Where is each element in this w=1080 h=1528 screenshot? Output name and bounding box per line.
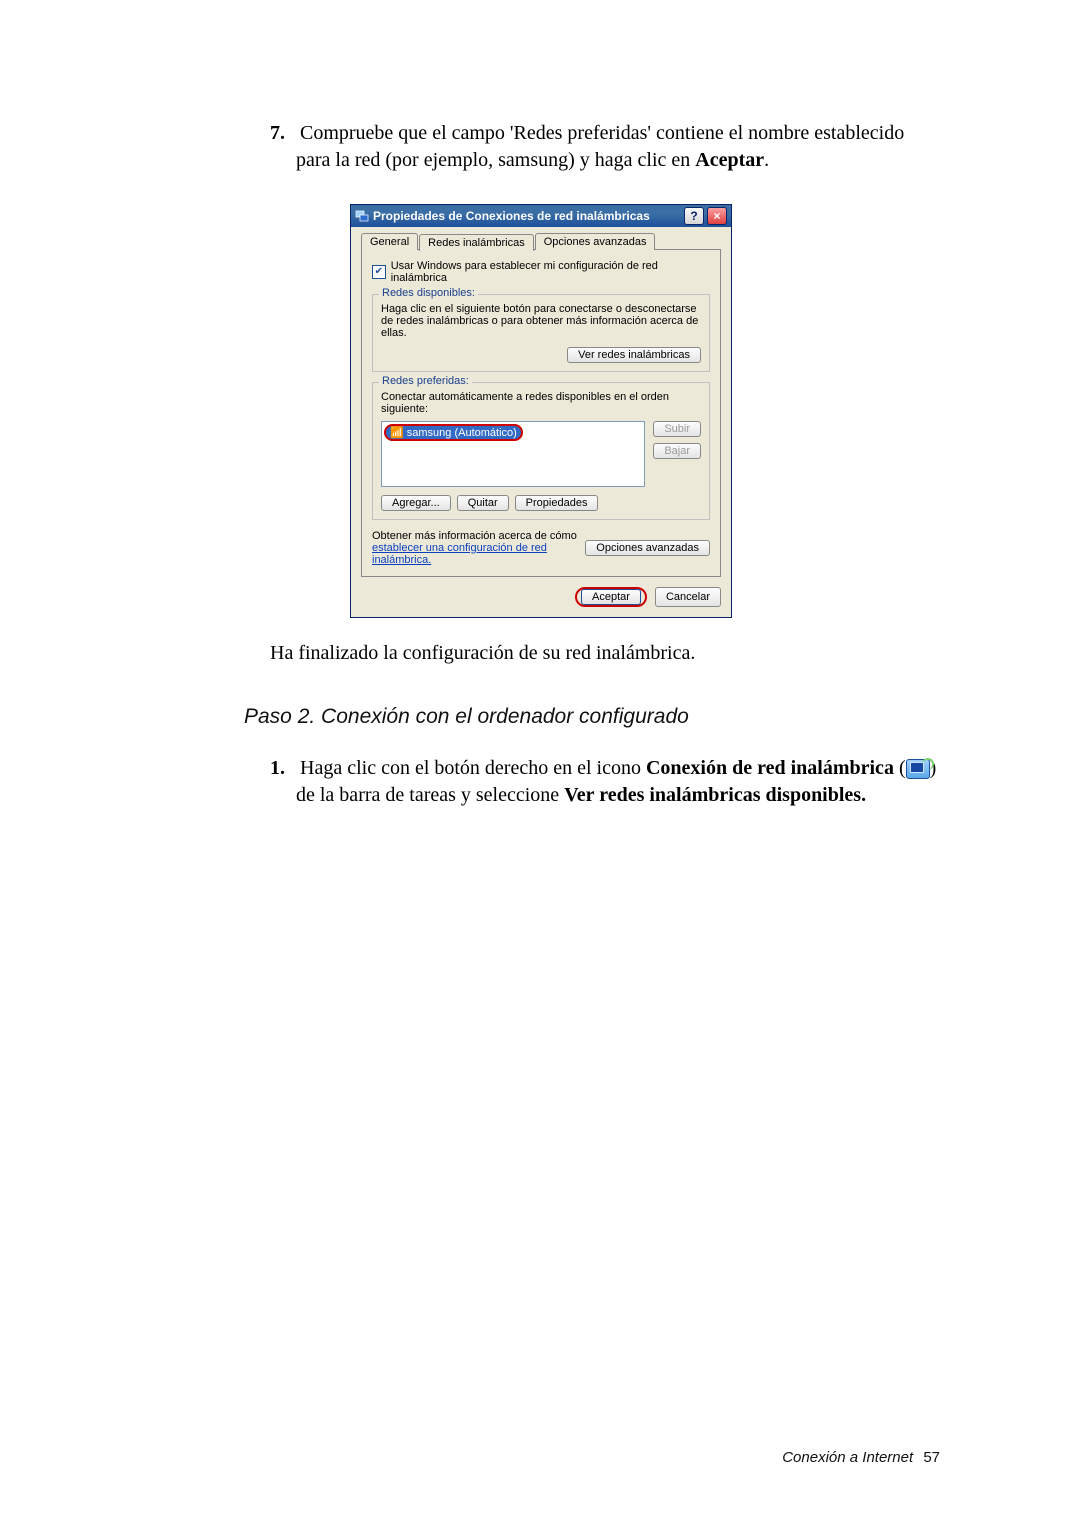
preferred-item-samsung[interactable]: 📶 samsung (Automático) (384, 424, 523, 441)
step-1-b1: Conexión de red inalámbrica (646, 757, 894, 779)
step-7-number: 7. (270, 122, 285, 144)
network-icon (355, 209, 369, 223)
tab-wireless[interactable]: Redes inalámbricas (419, 234, 534, 251)
tab-general[interactable]: General (361, 233, 418, 250)
step-7-period: . (764, 149, 769, 171)
step-1-t1: Haga clic con el botón derecho en el ico… (300, 757, 646, 779)
group-preferred-desc: Conectar automáticamente a redes disponi… (381, 391, 701, 415)
step-1: 1. Haga clic con el botón derecho en el … (270, 755, 940, 809)
use-windows-label: Usar Windows para establecer mi configur… (391, 260, 710, 284)
step-7: 7. Compruebe que el campo 'Redes preferi… (270, 120, 940, 174)
step-7-text: Compruebe que el campo 'Redes preferidas… (296, 122, 904, 171)
preferred-listbox[interactable]: 📶 samsung (Automático) (381, 421, 645, 487)
dialog-titlebar[interactable]: Propiedades de Conexiones de red inalámb… (351, 205, 731, 227)
move-up-button[interactable]: Subir (653, 421, 701, 437)
help-button[interactable]: ? (684, 207, 704, 225)
footer-page: 57 (923, 1449, 940, 1466)
tab-panel: ✔ Usar Windows para establecer mi config… (361, 249, 721, 577)
group-available-desc: Haga clic en el siguiente botón para con… (381, 303, 701, 339)
step-1-number: 1. (270, 757, 285, 779)
page-footer: Conexión a Internet 57 (782, 1449, 940, 1466)
group-preferred-label: Redes preferidas: (379, 375, 472, 387)
footer-section: Conexión a Internet (782, 1449, 913, 1466)
ok-button[interactable]: Aceptar (581, 589, 641, 605)
add-button[interactable]: Agregar... (381, 495, 451, 511)
step-1-t2: de la barra de tareas y seleccione (296, 784, 564, 806)
tab-advanced[interactable]: Opciones avanzadas (535, 233, 656, 250)
props-button[interactable]: Propiedades (515, 495, 599, 511)
more-info-text: Obtener más información acerca de cómo (372, 530, 577, 542)
xp-properties-dialog: Propiedades de Conexiones de red inalámb… (350, 204, 730, 618)
close-button[interactable]: × (707, 207, 727, 225)
wireless-tray-icon (906, 759, 930, 779)
step2-heading: Paso 2. Conexión con el ordenador config… (244, 705, 940, 729)
step-1-b2: Ver redes inalámbricas disponibles. (564, 784, 866, 806)
tab-row: General Redes inalámbricas Opciones avan… (361, 233, 721, 250)
group-available-label: Redes disponibles: (379, 287, 478, 299)
move-down-button[interactable]: Bajar (653, 443, 701, 459)
cancel-button[interactable]: Cancelar (655, 587, 721, 607)
dialog-title: Propiedades de Conexiones de red inalámb… (373, 209, 650, 223)
remove-button[interactable]: Quitar (457, 495, 509, 511)
more-info-link[interactable]: establecer una configuración de red inal… (372, 542, 547, 566)
paren-open: ( (894, 757, 906, 779)
view-networks-button[interactable]: Ver redes inalámbricas (567, 347, 701, 363)
group-preferred: Redes preferidas: Conectar automáticamen… (372, 382, 710, 520)
group-available: Redes disponibles: Haga clic en el sigui… (372, 294, 710, 372)
finished-text: Ha finalizado la configuración de su red… (270, 642, 940, 665)
use-windows-checkbox[interactable]: ✔ (372, 265, 386, 279)
advanced-options-button[interactable]: Opciones avanzadas (585, 540, 710, 556)
step-7-accept: Aceptar (695, 149, 764, 171)
